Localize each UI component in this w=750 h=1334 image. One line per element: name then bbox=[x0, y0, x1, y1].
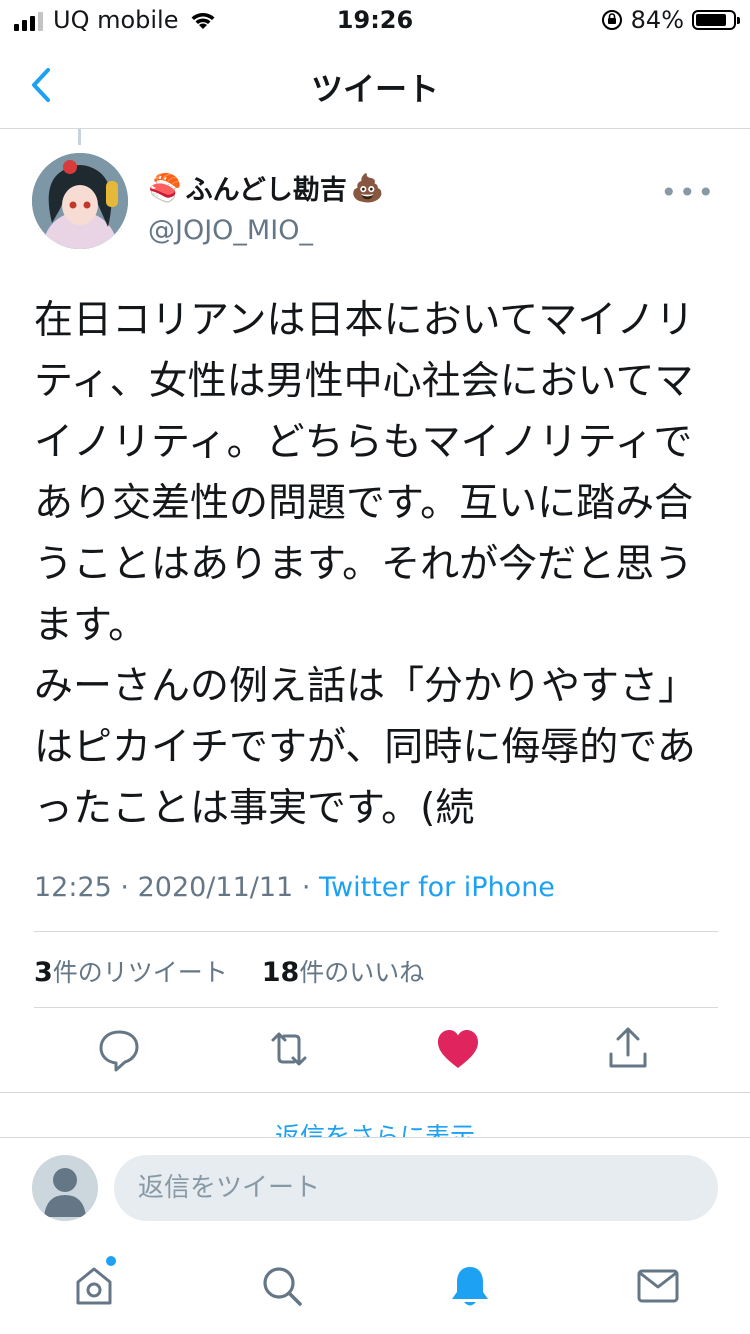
tweet-time: 12:25 bbox=[34, 872, 112, 903]
divider bbox=[34, 931, 718, 932]
tweet-text: 在日コリアンは日本においてマイノリ ティ、女性は男性中心社会においてマ イノリテ… bbox=[34, 298, 698, 831]
avatar[interactable] bbox=[32, 153, 128, 249]
reply-input[interactable]: 返信をツイート bbox=[114, 1155, 718, 1221]
sushi-emoji-icon: 🍣 bbox=[148, 172, 182, 204]
default-avatar-icon bbox=[44, 1168, 86, 1217]
author-handle: @JOJO_MIO_ bbox=[148, 215, 313, 246]
new-content-dot bbox=[106, 1256, 116, 1266]
author-info[interactable]: 🍣 ふんどし勘吉 💩 @JOJO_MIO_ bbox=[148, 168, 384, 247]
share-icon[interactable] bbox=[603, 1024, 653, 1074]
tweet-meta: 12:25 · 2020/11/11 · Twitter for iPhone bbox=[34, 872, 555, 903]
poop-emoji-icon: 💩 bbox=[350, 172, 385, 204]
battery-icon bbox=[692, 10, 740, 30]
my-avatar bbox=[32, 1155, 98, 1221]
status-right: 84% bbox=[601, 6, 740, 34]
reply-icon[interactable] bbox=[94, 1024, 144, 1074]
meta-separator: · bbox=[120, 872, 129, 903]
reply-composer: 返信をツイート bbox=[0, 1137, 750, 1238]
avatar-image bbox=[32, 153, 128, 249]
page-title: ツイート bbox=[310, 70, 439, 108]
author-display-name: ふんどし勘吉 bbox=[185, 175, 347, 206]
retweet-stats[interactable]: 3件のリツイート bbox=[34, 957, 228, 988]
like-label: 件のいいね bbox=[299, 958, 425, 987]
like-icon[interactable] bbox=[433, 1024, 483, 1074]
show-more-replies-link[interactable]: 返信をさらに表示 bbox=[0, 1124, 750, 1138]
navigation-bar: ツイート bbox=[0, 44, 750, 129]
retweet-label: 件のリツイート bbox=[52, 958, 228, 987]
messages-icon[interactable] bbox=[634, 1262, 682, 1310]
divider bbox=[0, 1092, 750, 1093]
status-bar: UQ mobile 19:26 84% bbox=[0, 0, 750, 44]
battery-percent: 84% bbox=[630, 6, 684, 34]
tweet-actions bbox=[0, 1024, 750, 1084]
meta-separator-2: · bbox=[301, 872, 311, 903]
retweet-count: 3 bbox=[34, 957, 53, 988]
thread-connector bbox=[78, 129, 81, 145]
tweet-stats: 3件のリツイート 18件のいいね bbox=[34, 953, 424, 989]
show-more-replies-label: 返信をさらに表示 bbox=[275, 1124, 475, 1138]
like-stats[interactable]: 18件のいいね bbox=[261, 957, 425, 988]
orientation-lock-icon bbox=[601, 10, 622, 30]
notifications-icon[interactable] bbox=[446, 1262, 494, 1310]
tweet-source-link[interactable]: Twitter for iPhone bbox=[319, 872, 555, 903]
tweet-date: 2020/11/11 bbox=[137, 872, 294, 903]
more-options-icon[interactable]: ••• bbox=[660, 176, 716, 209]
tab-bar bbox=[0, 1240, 750, 1334]
like-count: 18 bbox=[261, 957, 300, 988]
search-icon[interactable] bbox=[258, 1262, 306, 1310]
home-icon[interactable] bbox=[70, 1262, 118, 1310]
author-name-row: 🍣 ふんどし勘吉 💩 bbox=[148, 168, 384, 207]
divider bbox=[34, 1007, 718, 1008]
retweet-icon[interactable] bbox=[264, 1024, 314, 1074]
